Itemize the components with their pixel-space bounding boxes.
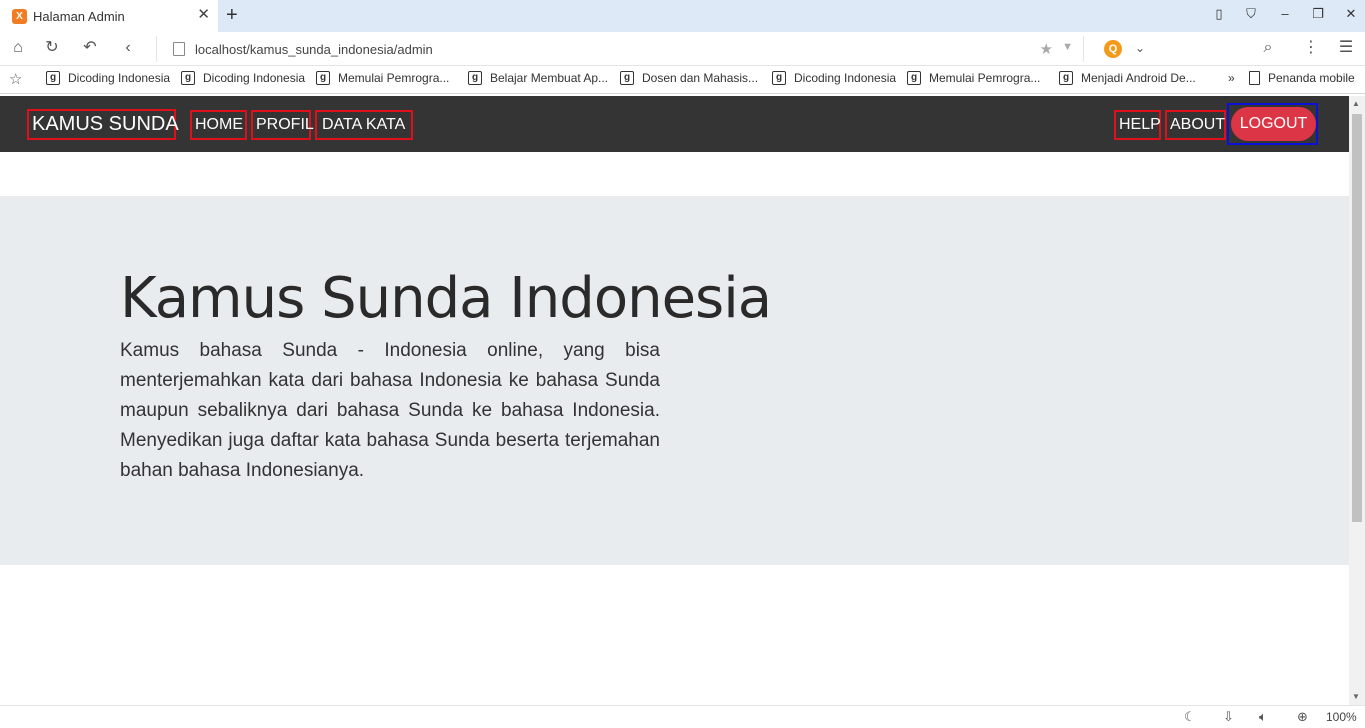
bookmark-favicon-icon: g — [468, 71, 482, 85]
jumbotron: Kamus Sunda Indonesia Kamus bahasa Sunda… — [0, 196, 1349, 565]
lead-paragraph: Kamus bahasa Sunda - Indonesia online, y… — [120, 340, 660, 481]
nav-home[interactable]: HOME — [190, 110, 247, 140]
bookmark-label: Belajar Membuat Ap... — [490, 71, 609, 85]
close-window-icon[interactable]: ✕ — [1341, 6, 1361, 22]
vertical-scrollbar[interactable]: ▲ ▼ — [1349, 96, 1365, 705]
restore-icon[interactable]: ❐ — [1308, 6, 1328, 22]
bookmarks-bar: ☆ g Dicoding Indonesia g Dicoding Indonesi… — [0, 66, 1365, 94]
logout-button[interactable]: LOGOUT — [1231, 107, 1316, 141]
zoom-level[interactable]: 100% — [1326, 710, 1357, 724]
reload-icon[interactable]: ↻ — [42, 39, 62, 57]
home-icon[interactable]: ⌂ — [8, 39, 28, 57]
browser-toolbar: ⌂ ↻ ↶ ‹ localhost/kamus_sunda_indonesia/… — [0, 32, 1365, 66]
new-tab-icon[interactable]: + — [226, 4, 238, 26]
scroll-thumb[interactable] — [1352, 114, 1362, 522]
search-icon[interactable]: ⌕ — [1258, 39, 1278, 57]
brand-link[interactable]: KAMUS SUNDA — [27, 109, 179, 140]
tab-title: Halaman Admin — [33, 8, 125, 24]
bookmark-label: Menjadi Android De... — [1081, 71, 1196, 85]
bookmark-star-icon[interactable]: ★ — [1040, 40, 1053, 58]
nav-data-kata[interactable]: DATA KATA — [315, 110, 413, 140]
search-engine-dropdown-icon[interactable]: ⌄ — [1130, 39, 1150, 57]
bookmark-item[interactable]: g Belajar Membuat Ap... — [468, 71, 608, 85]
tab-bar: X Halaman Admin ✕ + ▯ ⛉ – ❐ ✕ — [0, 0, 1365, 32]
bookmark-label: Memulai Pemrogra... — [338, 71, 450, 85]
undo-icon[interactable]: ↶ — [80, 39, 100, 57]
bookmark-item[interactable]: g Memulai Pemrogra... — [316, 71, 449, 85]
nav-help[interactable]: HELP — [1114, 110, 1161, 140]
chevron-down-icon[interactable]: ▼ — [1062, 41, 1073, 53]
scroll-down-icon[interactable]: ▼ — [1352, 692, 1360, 701]
scroll-up-icon[interactable]: ▲ — [1352, 99, 1360, 108]
page-title: Kamus Sunda Indonesia — [120, 266, 772, 331]
bookmark-favicon-icon: g — [620, 71, 634, 85]
bookmark-label: Dicoding Indonesia — [68, 71, 171, 85]
bookmark-label: Dicoding Indonesia — [794, 71, 897, 85]
navbar: KAMUS SUNDA HOME PROFIL DATA KATA HELP A… — [0, 96, 1349, 152]
bookmark-item[interactable]: g Dicoding Indonesia — [181, 71, 305, 85]
minimize-icon[interactable]: – — [1275, 6, 1295, 21]
bookmark-favicon-icon: g — [181, 71, 195, 85]
bookmark-favicon-icon: g — [1059, 71, 1073, 85]
bookmark-item[interactable]: g Menjadi Android De... — [1059, 71, 1196, 85]
bookmark-favicon-icon: g — [46, 71, 60, 85]
shirt-icon[interactable]: ⛉ — [1241, 6, 1261, 22]
bookmark-label: Dicoding Indonesia — [203, 71, 306, 85]
bookmarks-star-icon[interactable]: ☆ — [9, 70, 22, 88]
xampp-favicon-icon: X — [12, 8, 27, 24]
bookmark-item[interactable]: g Memulai Pemrogra... — [907, 71, 1040, 85]
bookmark-item[interactable]: g Dicoding Indonesia — [46, 71, 170, 85]
speaker-icon[interactable]: 🔈︎ — [1259, 709, 1267, 725]
address-text: localhost/kamus_sunda_indonesia/admin — [195, 41, 433, 57]
bookmark-item[interactable]: g Dosen dan Mahasis... — [620, 71, 758, 85]
back-icon[interactable]: ‹ — [118, 39, 138, 57]
moon-icon[interactable]: ☾ — [1184, 709, 1196, 725]
logout-highlight: LOGOUT — [1227, 103, 1318, 145]
nav-about[interactable]: ABOUT — [1165, 110, 1226, 140]
bookmark-favicon-icon: g — [316, 71, 330, 85]
more-vertical-icon[interactable]: ⋮ — [1301, 39, 1321, 57]
download-icon[interactable]: ⇩ — [1223, 709, 1234, 725]
bookmark-favicon-icon: g — [772, 71, 786, 85]
address-bar[interactable]: localhost/kamus_sunda_indonesia/admin ★ … — [156, 36, 1084, 62]
mobile-bookmarks[interactable]: Penanda mobile — [1249, 71, 1355, 85]
mobile-icon — [1249, 71, 1260, 85]
nav-profil[interactable]: PROFIL — [251, 110, 314, 140]
close-tab-icon[interactable]: ✕ — [197, 7, 210, 23]
search-engine-icon[interactable]: Q — [1104, 40, 1122, 58]
page-viewport: KAMUS SUNDA HOME PROFIL DATA KATA HELP A… — [0, 96, 1349, 705]
browser-tab[interactable]: X Halaman Admin ✕ — [0, 0, 218, 32]
zoom-icon[interactable]: ⊕ — [1297, 709, 1308, 725]
mobile-bookmarks-label: Penanda mobile — [1268, 71, 1355, 85]
status-bar: ☾ ⇩ 🔈︎ ⊕ 100% — [0, 705, 1365, 728]
bookmark-label: Dosen dan Mahasis... — [642, 71, 759, 85]
bookmarks-overflow-icon[interactable]: » — [1228, 71, 1235, 85]
bookmark-favicon-icon: g — [907, 71, 921, 85]
tab-layout-icon[interactable]: ▯ — [1209, 6, 1229, 22]
bookmark-label: Memulai Pemrogra... — [929, 71, 1041, 85]
bookmark-item[interactable]: g Dicoding Indonesia — [772, 71, 896, 85]
menu-icon[interactable]: ☰ — [1336, 39, 1356, 57]
page-icon — [173, 42, 185, 56]
